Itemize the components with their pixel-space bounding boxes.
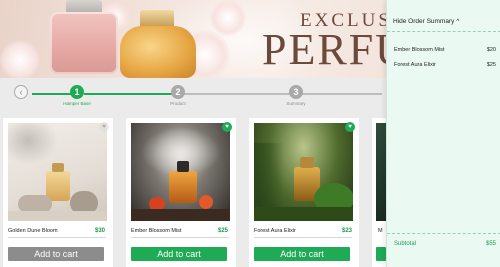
step-1-label: Hamper Base [63, 101, 91, 106]
stepper-track-line [302, 93, 382, 95]
step-3-label: Summary [286, 101, 306, 106]
summary-item-price: $20 [486, 47, 496, 53]
product-card[interactable]: ♥ [126, 118, 236, 267]
product-price: $23 [342, 228, 353, 234]
product-name: Forest Aura Elixir [254, 228, 296, 234]
stepper-track-line [184, 93, 290, 95]
stepper-progress-line [84, 93, 172, 95]
chevron-left-icon: ‹ [19, 87, 23, 97]
product-price: $25 [218, 228, 229, 234]
chevron-up-icon: ^ [456, 19, 460, 25]
card-divider [8, 237, 106, 238]
add-to-cart-button[interactable] [376, 247, 386, 261]
add-to-cart-button[interactable]: Add to cart [131, 247, 227, 261]
summary-divider [387, 233, 500, 234]
summary-toggle-label: Hide Order Summary [393, 18, 455, 25]
product-card[interactable]: ♥ [3, 118, 113, 267]
subtotal-value: $55 [485, 241, 496, 247]
step-3-circle[interactable]: 3 [289, 85, 303, 99]
favorite-heart-icon[interactable]: ♥ [222, 122, 232, 132]
product-card[interactable]: ♥ [249, 118, 359, 267]
product-card[interactable] [372, 118, 386, 267]
subtotal-label: Subtotal [394, 241, 417, 247]
blossom-decoration [0, 40, 40, 78]
add-to-cart-button[interactable]: Add to cart [254, 247, 350, 261]
product-price: $30 [95, 228, 106, 234]
order-summary-panel: Hide Order Summary ^ Ember Blossom Mist $… [386, 0, 500, 267]
product-image [8, 123, 107, 221]
summary-line-item: Forest Aura Elixir $25 [394, 62, 496, 68]
favorite-heart-icon[interactable]: ♥ [345, 122, 355, 132]
product-name: Ember Blossom Mist [131, 228, 182, 234]
summary-item-price: $25 [486, 62, 496, 68]
summary-item-name: Forest Aura Elixir [394, 62, 436, 68]
blossom-decoration [210, 0, 246, 36]
add-to-cart-button[interactable]: Add to cart [8, 247, 104, 261]
hide-order-summary-toggle[interactable]: Hide Order Summary ^ [393, 18, 459, 25]
favorite-heart-icon[interactable]: ♥ [99, 122, 109, 132]
summary-item-name: Ember Blossom Mist [394, 47, 445, 53]
step-1-circle[interactable]: 1 [70, 85, 84, 99]
perfume-bottle-image [120, 26, 196, 78]
step-2-label: Product [170, 101, 186, 106]
perfume-bottle-image [50, 12, 118, 74]
summary-divider [387, 31, 500, 32]
product-image [254, 123, 353, 221]
subtotal-row: Subtotal $55 [394, 241, 496, 247]
card-divider [131, 237, 229, 238]
card-divider [254, 237, 352, 238]
product-image [131, 123, 230, 221]
back-button[interactable]: ‹ [14, 85, 28, 99]
product-name: M [378, 228, 383, 234]
product-name: Golden Dune Bloom [8, 228, 58, 234]
summary-line-item: Ember Blossom Mist $20 [394, 47, 496, 53]
step-2-circle[interactable]: 2 [171, 85, 185, 99]
product-image [376, 123, 386, 221]
